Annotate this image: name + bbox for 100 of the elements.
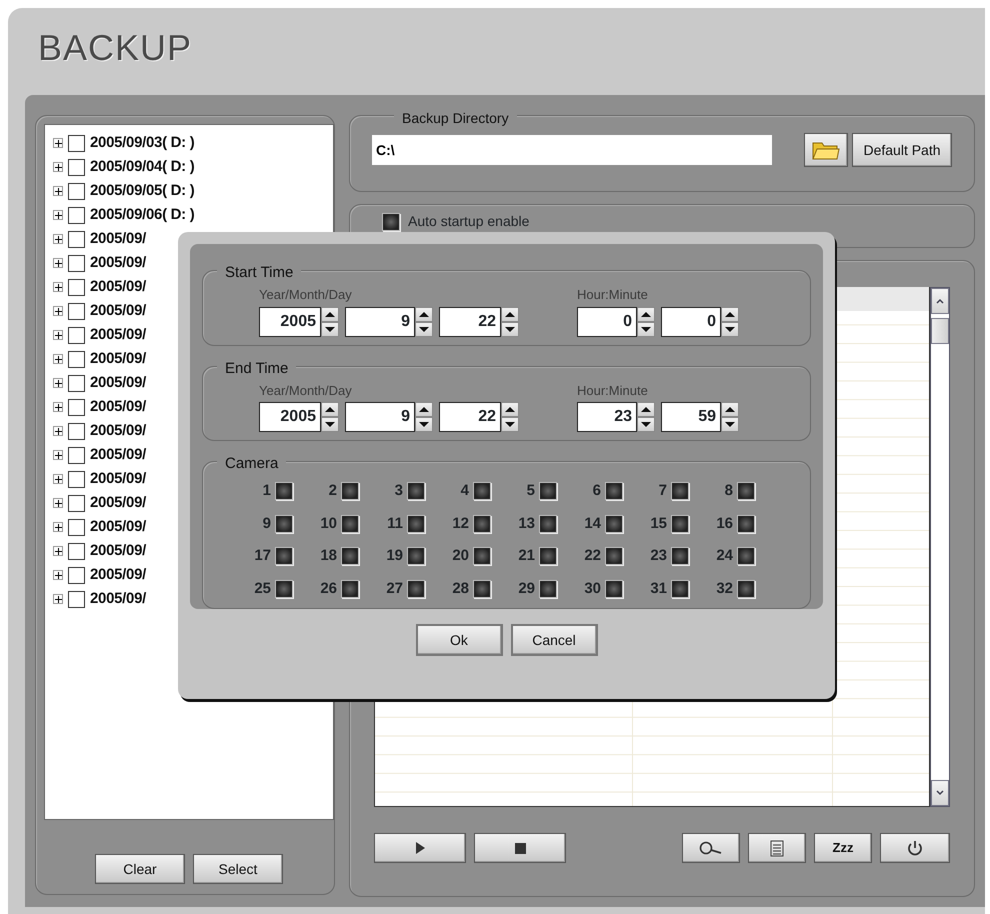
spin-up-button[interactable] [637, 402, 655, 417]
spin-up-button[interactable] [321, 306, 339, 322]
spin-down-button[interactable] [721, 322, 739, 336]
number-field[interactable]: 2005 [259, 402, 321, 432]
tree-item[interactable]: 2005/09/ [90, 252, 146, 274]
spin-down-button[interactable] [637, 417, 655, 432]
expand-icon[interactable] [53, 162, 63, 172]
sleep-button[interactable]: Zzz [814, 833, 872, 863]
path-field[interactable]: C:\ [372, 135, 772, 165]
expand-icon[interactable] [53, 426, 63, 436]
power-button[interactable] [880, 833, 950, 863]
camera-checkbox[interactable] [407, 514, 425, 533]
expand-icon[interactable] [53, 498, 63, 508]
checkbox[interactable] [68, 278, 85, 296]
spin-down-button[interactable] [637, 322, 655, 336]
expand-icon[interactable] [53, 234, 63, 244]
tree-item[interactable]: 2005/09/ [90, 420, 146, 442]
camera-checkbox[interactable] [737, 514, 755, 533]
expand-icon[interactable] [53, 378, 63, 388]
tree-item[interactable]: 2005/09/ [90, 276, 146, 298]
tree-item[interactable]: 2005/09/ [90, 540, 146, 562]
spin-down-button[interactable] [321, 417, 339, 432]
camera-checkbox[interactable] [539, 514, 557, 533]
expand-icon[interactable] [53, 258, 63, 268]
tree-item[interactable]: 2005/09/ [90, 324, 146, 346]
play-button[interactable] [374, 833, 466, 863]
spin-down-button[interactable] [321, 322, 339, 336]
tree-item[interactable]: 2005/09/ [90, 492, 146, 514]
scrollbar[interactable] [930, 287, 950, 807]
camera-checkbox[interactable] [407, 547, 425, 566]
checkbox[interactable] [68, 398, 85, 416]
camera-checkbox[interactable] [539, 482, 557, 500]
tree-item[interactable]: 2005/09/ [90, 300, 146, 322]
expand-icon[interactable] [53, 474, 63, 484]
expand-icon[interactable] [53, 306, 63, 316]
camera-checkbox[interactable] [737, 547, 755, 566]
camera-checkbox[interactable] [341, 547, 359, 566]
tree-item[interactable]: 2005/09/ [90, 588, 146, 610]
camera-checkbox[interactable] [671, 580, 689, 598]
spin-down-button[interactable] [501, 417, 519, 432]
checkbox[interactable] [68, 254, 85, 272]
camera-checkbox[interactable] [539, 580, 557, 598]
spin-up-button[interactable] [721, 402, 739, 417]
checkbox[interactable] [68, 134, 85, 152]
checkbox[interactable] [68, 518, 85, 536]
tree-button[interactable]: Clear [95, 854, 185, 884]
checkbox[interactable] [68, 182, 85, 200]
expand-icon[interactable] [53, 546, 63, 556]
expand-icon[interactable] [53, 210, 63, 220]
tree-item[interactable]: 2005/09/ [90, 372, 146, 394]
checkbox[interactable] [68, 566, 85, 584]
tree-item[interactable]: 2005/09/ [90, 228, 146, 250]
camera-checkbox[interactable] [737, 482, 755, 500]
camera-checkbox[interactable] [341, 580, 359, 598]
tree-item[interactable]: 2005/09/ [90, 468, 146, 490]
number-field[interactable]: 2005 [259, 306, 321, 336]
camera-checkbox[interactable] [275, 547, 293, 566]
list-button[interactable] [748, 833, 806, 863]
stop-button[interactable] [474, 833, 566, 863]
number-field[interactable]: 0 [577, 306, 637, 336]
camera-checkbox[interactable] [473, 580, 491, 598]
spin-up-button[interactable] [721, 306, 739, 322]
number-field[interactable]: 9 [345, 402, 415, 432]
tree-item[interactable]: 2005/09/ [90, 396, 146, 418]
camera-checkbox[interactable] [671, 514, 689, 533]
camera-checkbox[interactable] [671, 547, 689, 566]
folder-button[interactable] [804, 133, 848, 167]
checkbox[interactable] [68, 494, 85, 512]
scroll-thumb[interactable] [931, 318, 949, 344]
spin-down-button[interactable] [721, 417, 739, 432]
tree-item[interactable]: 2005/09/ [90, 444, 146, 466]
expand-icon[interactable] [53, 186, 63, 196]
tree-item[interactable]: 2005/09/03( D: ) [90, 132, 194, 154]
spin-up-button[interactable] [415, 402, 433, 417]
camera-checkbox[interactable] [275, 514, 293, 533]
camera-checkbox[interactable] [605, 514, 623, 533]
checkbox[interactable] [68, 446, 85, 464]
checkbox[interactable] [68, 302, 85, 320]
tree-button[interactable]: Select [193, 854, 283, 884]
expand-icon[interactable] [53, 570, 63, 580]
tree-item[interactable]: 2005/09/04( D: ) [90, 156, 194, 178]
scroll-up-button[interactable] [931, 288, 949, 314]
camera-checkbox[interactable] [473, 547, 491, 566]
camera-checkbox[interactable] [605, 547, 623, 566]
number-field[interactable]: 22 [439, 402, 501, 432]
camera-checkbox[interactable] [737, 580, 755, 598]
camera-checkbox[interactable] [473, 514, 491, 533]
dialog-button[interactable]: Ok [416, 624, 502, 656]
checkbox[interactable] [68, 326, 85, 344]
checkbox[interactable] [68, 230, 85, 248]
tree-item[interactable]: 2005/09/06( D: ) [90, 204, 194, 226]
camera-checkbox[interactable] [275, 580, 293, 598]
camera-checkbox[interactable] [275, 482, 293, 500]
camera-checkbox[interactable] [407, 482, 425, 500]
expand-icon[interactable] [53, 402, 63, 412]
tree-item[interactable]: 2005/09/ [90, 516, 146, 538]
camera-checkbox[interactable] [605, 580, 623, 598]
number-field[interactable]: 22 [439, 306, 501, 336]
checkbox[interactable] [68, 350, 85, 368]
spin-up-button[interactable] [415, 306, 433, 322]
